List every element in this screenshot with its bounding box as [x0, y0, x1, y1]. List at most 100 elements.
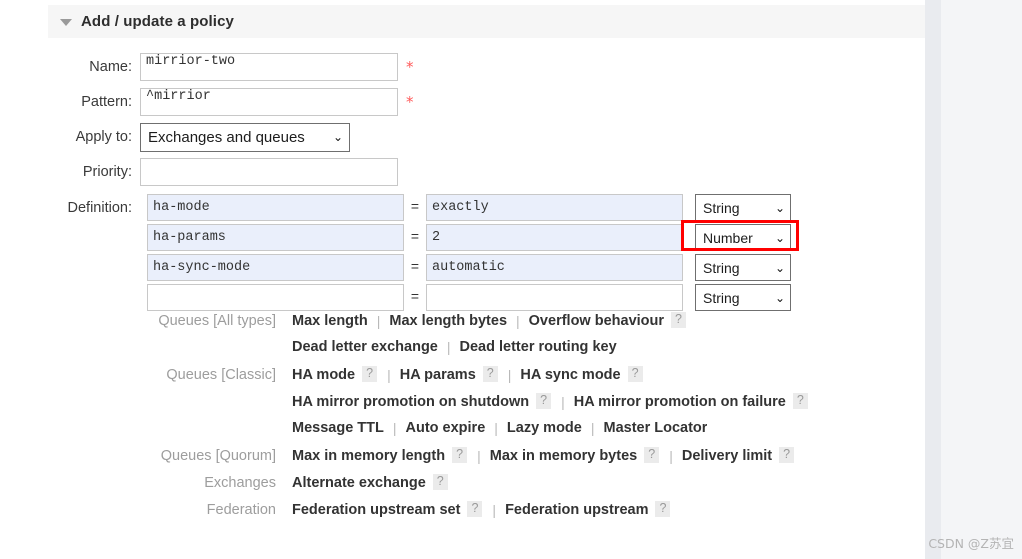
help-icon[interactable]: ?	[432, 474, 448, 490]
shortcut-line: Message TTL | Auto expire | Lazy mode | Master…	[0, 420, 941, 447]
definition-value-input[interactable]: 2	[426, 224, 683, 251]
shortcut-link[interactable]: Overflow behaviour	[529, 313, 664, 329]
definition-type-select[interactable]: String ⌄	[695, 284, 791, 311]
definition-type-select[interactable]: Number ⌄	[695, 224, 791, 251]
help-icon[interactable]: ?	[362, 366, 378, 382]
shortcut-separator: |	[387, 366, 391, 383]
help-icon[interactable]: ?	[452, 447, 468, 463]
shortcut-line: Queues [Quorum] Max in memory length? | Max…	[0, 447, 941, 474]
shortcut-line: Exchanges Alternate exchange?	[0, 474, 941, 501]
shortcut-link[interactable]: Max in memory bytes	[490, 448, 637, 464]
shortcut-category-label: Exchanges	[204, 474, 276, 491]
shortcut-link[interactable]: Alternate exchange	[292, 475, 426, 491]
shortcut-link-list: Dead letter exchange | Dead letter routing…	[292, 339, 617, 355]
definition-type-select[interactable]: String ⌄	[695, 194, 791, 221]
help-icon[interactable]: ?	[627, 366, 643, 382]
definition-key-input[interactable]	[147, 284, 404, 311]
priority-label: Priority:	[82, 164, 132, 180]
pattern-required-marker: *	[406, 93, 414, 111]
shortcut-separator: |	[669, 447, 673, 464]
chevron-down-icon: ⌄	[774, 200, 785, 215]
shortcut-link-list: HA mode? | HA params? | HA sync mode?	[292, 366, 644, 383]
shortcut-link[interactable]: HA sync mode	[520, 367, 620, 383]
shortcut-link-list: Federation upstream set? | Federation upst…	[292, 501, 671, 518]
shortcut-link[interactable]: Dead letter exchange	[292, 339, 438, 355]
apply-to-selected-value: Exchanges and queues	[148, 128, 305, 146]
shortcut-category-label: Federation	[206, 501, 276, 518]
watermark: CSDN @Z苏宜	[928, 536, 1014, 551]
shortcut-link-list: Message TTL | Auto expire | Lazy mode | Master…	[292, 420, 707, 436]
help-icon[interactable]: ?	[792, 393, 808, 409]
definition-table: ha-mode = exactly String ⌄ ha-params = 2 Number ⌄…	[147, 193, 791, 313]
shortcut-link[interactable]: Dead letter routing key	[460, 339, 617, 355]
shortcut-link[interactable]: Lazy mode	[507, 420, 582, 436]
shortcut-link[interactable]: Federation upstream set	[292, 502, 460, 518]
pattern-row: Pattern: ^mirrior *	[0, 87, 414, 117]
shortcut-line: HA mirror promotion on shutdown? | HA mirr…	[0, 393, 941, 420]
apply-to-select[interactable]: Exchanges and queues ⌄	[140, 122, 350, 152]
pattern-input[interactable]: ^mirrior	[140, 88, 398, 116]
help-icon[interactable]: ?	[482, 366, 498, 382]
shortcut-separator: |	[446, 339, 451, 355]
definition-key-input[interactable]: ha-params	[147, 224, 404, 251]
shortcut-link-list: Max length | Max length bytes | Overflow beh…	[292, 312, 687, 329]
definition-type-value: String	[703, 289, 740, 306]
page-title: Add / update a policy	[81, 13, 234, 30]
triangle-down-icon[interactable]	[60, 18, 72, 26]
name-input[interactable]: mirrior-two	[140, 53, 398, 81]
help-icon[interactable]: ?	[644, 447, 660, 463]
definition-equals-sign: =	[410, 199, 420, 216]
shortcut-link[interactable]: Max length	[292, 313, 368, 329]
shortcut-link[interactable]: Federation upstream	[505, 502, 648, 518]
page-gutter	[941, 0, 1022, 559]
name-required-marker: *	[406, 58, 414, 76]
definition-row: ha-params = 2 Number ⌄	[147, 223, 791, 252]
help-icon[interactable]: ?	[779, 447, 795, 463]
shortcut-link[interactable]: Delivery limit	[682, 448, 772, 464]
definition-row: Definition:	[0, 193, 140, 223]
section-header[interactable]: Add / update a policy	[48, 5, 925, 38]
shortcut-line: Queues [All types] Max length | Max length …	[0, 312, 941, 339]
name-row: Name: mirrior-two *	[0, 52, 414, 82]
definition-row: ha-mode = exactly String ⌄	[147, 193, 791, 222]
pattern-label: Pattern:	[81, 94, 132, 110]
shortcut-link[interactable]: Auto expire	[406, 420, 486, 436]
shortcut-link[interactable]: HA mode	[292, 367, 355, 383]
definition-type-select[interactable]: String ⌄	[695, 254, 791, 281]
definition-value-input[interactable]: exactly	[426, 194, 683, 221]
definition-key-input[interactable]: ha-sync-mode	[147, 254, 404, 281]
shortcut-separator: |	[492, 501, 497, 518]
shortcut-line: Dead letter exchange | Dead letter routing…	[0, 339, 941, 366]
chevron-down-icon: ⌄	[332, 130, 343, 144]
definition-value-input[interactable]: automatic	[426, 254, 683, 281]
shortcut-link[interactable]: HA params	[400, 367, 476, 383]
shortcut-link[interactable]: Max length bytes	[389, 313, 507, 329]
shortcut-separator: |	[477, 447, 481, 464]
help-icon[interactable]: ?	[671, 312, 687, 328]
shortcut-separator: |	[590, 420, 595, 436]
definition-row: = String ⌄	[147, 283, 791, 312]
shortcut-link[interactable]: Message TTL	[292, 420, 384, 436]
shortcut-link[interactable]: Master Locator	[603, 420, 707, 436]
shortcut-link-list: HA mirror promotion on shutdown? | HA mirr…	[292, 393, 809, 410]
priority-input[interactable]	[140, 158, 398, 186]
definition-value-input[interactable]	[426, 284, 683, 311]
help-icon[interactable]: ?	[655, 501, 671, 517]
shortcut-link[interactable]: HA mirror promotion on shutdown	[292, 394, 529, 410]
help-icon[interactable]: ?	[536, 393, 552, 409]
definition-equals-sign: =	[410, 259, 420, 276]
shortcut-link[interactable]: HA mirror promotion on failure	[574, 394, 786, 410]
help-icon[interactable]: ?	[467, 501, 483, 517]
shortcut-line: Federation Federation upstream set? | Feder…	[0, 501, 941, 528]
chevron-down-icon: ⌄	[774, 230, 785, 245]
definition-type-value: Number	[703, 229, 753, 246]
chevron-down-icon: ⌄	[774, 260, 785, 275]
shortcut-separator: |	[516, 312, 520, 329]
shortcut-link[interactable]: Max in memory length	[292, 448, 445, 464]
apply-to-label: Apply to:	[75, 129, 132, 145]
shortcut-separator: |	[507, 366, 512, 383]
name-label: Name:	[89, 59, 132, 75]
definition-key-input[interactable]: ha-mode	[147, 194, 404, 221]
shortcut-category-label: Queues [Quorum]	[160, 447, 276, 464]
shortcut-separator: |	[392, 420, 397, 436]
